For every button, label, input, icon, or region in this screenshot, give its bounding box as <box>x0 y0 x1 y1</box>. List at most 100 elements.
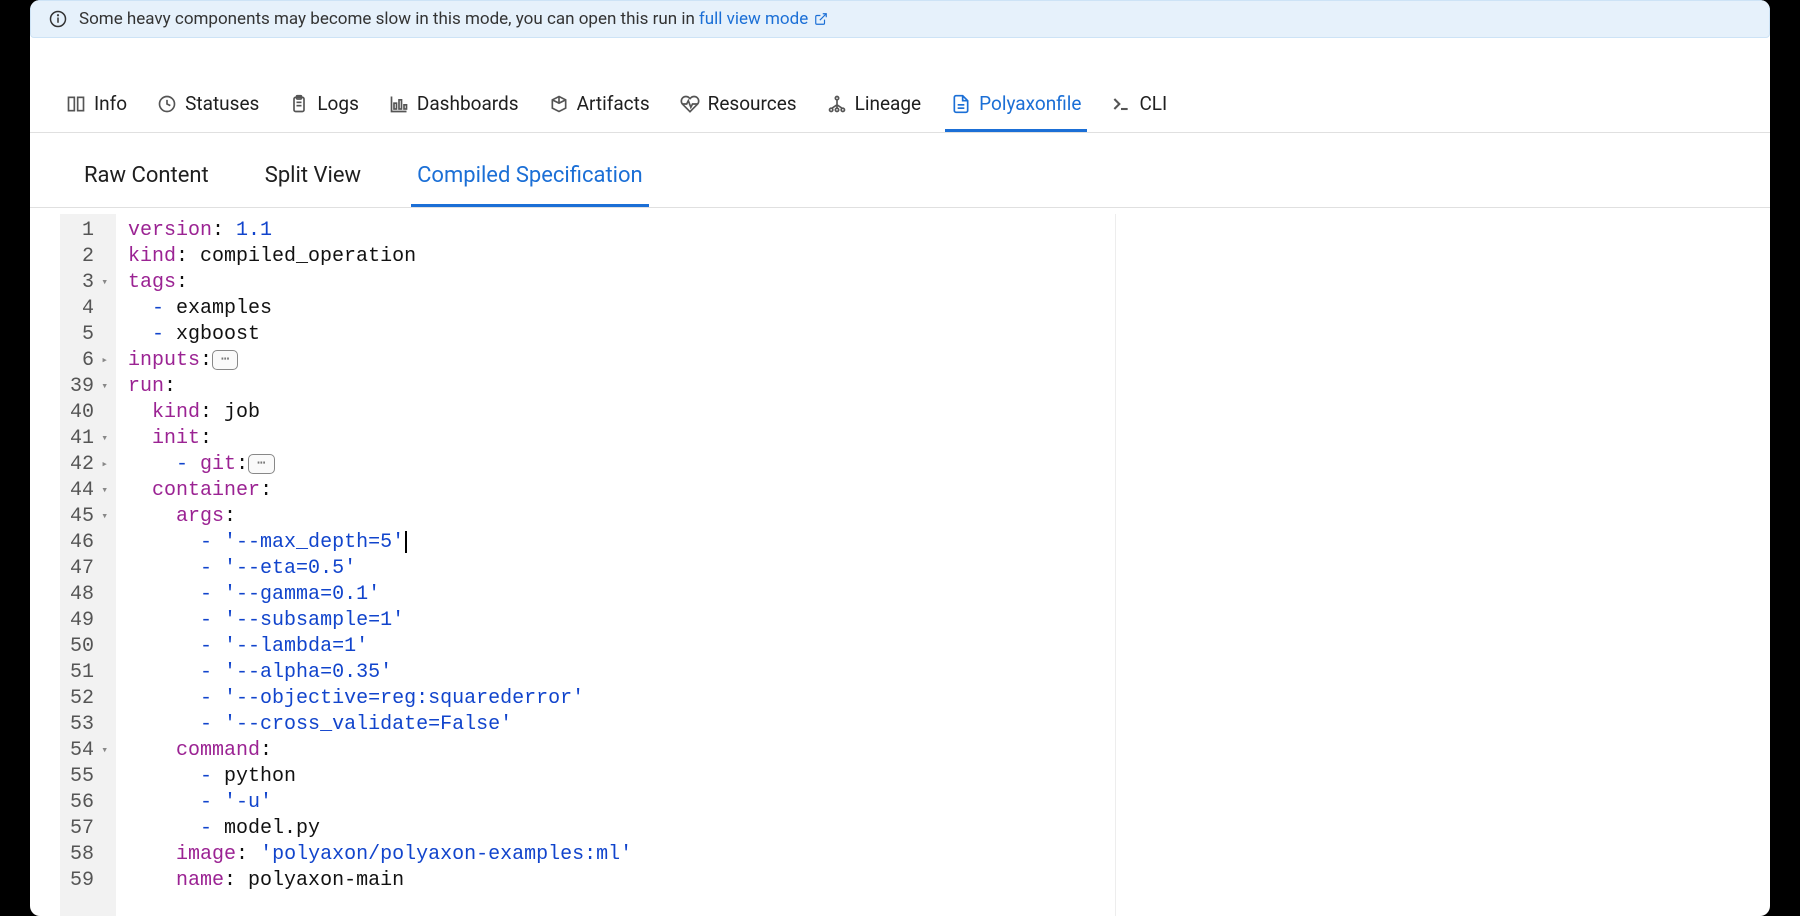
fold-toggle[interactable]: ▾ <box>98 478 108 504</box>
fold-toggle[interactable]: ▾ <box>98 504 108 530</box>
line-number: 48 <box>70 582 108 608</box>
line-number: 55 <box>70 764 108 790</box>
subtab-raw-content[interactable]: Raw Content <box>78 151 215 207</box>
code-line[interactable]: inputs:⋯ <box>128 348 1103 374</box>
secondary-tabs: Raw Content Split View Compiled Specificat… <box>30 133 1770 208</box>
code-line[interactable]: name: polyaxon-main <box>128 868 1103 894</box>
collapsed-region[interactable]: ⋯ <box>248 454 274 474</box>
line-number: 6▸ <box>70 348 108 374</box>
code-line[interactable]: - git:⋯ <box>128 452 1103 478</box>
line-number: 49 <box>70 608 108 634</box>
code-line[interactable]: - xgboost <box>128 322 1103 348</box>
line-number: 3▾ <box>70 270 108 296</box>
code-line[interactable]: kind: compiled_operation <box>128 244 1103 270</box>
info-alert: Some heavy components may become slow in… <box>30 0 1770 38</box>
code-editor[interactable]: 123▾456▸39▾4041▾42▸44▾45▾464748495051525… <box>30 208 1770 916</box>
line-number: 45▾ <box>70 504 108 530</box>
info-icon <box>49 10 67 28</box>
line-number: 5 <box>70 322 108 348</box>
code-line[interactable]: - python <box>128 764 1103 790</box>
tab-label: CLI <box>1139 92 1167 115</box>
fold-toggle[interactable]: ▾ <box>98 374 108 400</box>
collapsed-region[interactable]: ⋯ <box>212 350 238 370</box>
primary-tabs: Info Statuses Logs Dashboards Artifacts Resou… <box>30 68 1770 133</box>
tab-label: Resources <box>708 92 797 115</box>
code-line[interactable]: container: <box>128 478 1103 504</box>
file-icon <box>951 94 971 114</box>
code-line[interactable]: kind: job <box>128 400 1103 426</box>
fold-toggle[interactable]: ▾ <box>98 270 108 296</box>
code-line[interactable]: - '--eta=0.5' <box>128 556 1103 582</box>
text-cursor <box>405 531 407 553</box>
code-line[interactable]: tags: <box>128 270 1103 296</box>
line-number: 44▾ <box>70 478 108 504</box>
code-line[interactable]: version: 1.1 <box>128 218 1103 244</box>
line-number: 56 <box>70 790 108 816</box>
code-line[interactable]: args: <box>128 504 1103 530</box>
line-number: 58 <box>70 842 108 868</box>
line-number: 42▸ <box>70 452 108 478</box>
code-line[interactable]: init: <box>128 426 1103 452</box>
code-content[interactable]: version: 1.1kind: compiled_operationtags… <box>116 214 1116 916</box>
line-number: 1 <box>70 218 108 244</box>
line-number: 59 <box>70 868 108 894</box>
tab-resources[interactable]: Resources <box>674 82 803 132</box>
fold-toggle[interactable]: ▸ <box>98 348 108 374</box>
line-number: 57 <box>70 816 108 842</box>
tab-lineage[interactable]: Lineage <box>821 82 928 132</box>
tab-polyaxonfile[interactable]: Polyaxonfile <box>945 82 1087 132</box>
subtab-compiled-specification[interactable]: Compiled Specification <box>411 151 649 207</box>
line-number: 52 <box>70 686 108 712</box>
alert-text: Some heavy components may become slow in… <box>79 9 695 29</box>
tab-label: Dashboards <box>417 92 519 115</box>
code-line[interactable]: - '--alpha=0.35' <box>128 660 1103 686</box>
app-window: Some heavy components may become slow in… <box>30 0 1770 916</box>
line-number: 51 <box>70 660 108 686</box>
code-line[interactable]: - '-u' <box>128 790 1103 816</box>
tab-label: Statuses <box>185 92 259 115</box>
terminal-icon <box>1111 94 1131 114</box>
tab-artifacts[interactable]: Artifacts <box>543 82 656 132</box>
code-line[interactable]: command: <box>128 738 1103 764</box>
graph-icon <box>827 94 847 114</box>
tab-info[interactable]: Info <box>60 82 133 132</box>
tab-label: Lineage <box>855 92 922 115</box>
tab-logs[interactable]: Logs <box>283 82 365 132</box>
tab-label: Info <box>94 92 127 115</box>
line-number: 4 <box>70 296 108 322</box>
tab-dashboards[interactable]: Dashboards <box>383 82 525 132</box>
fold-toggle[interactable]: ▸ <box>98 452 108 478</box>
fold-toggle[interactable]: ▾ <box>98 738 108 764</box>
line-number: 50 <box>70 634 108 660</box>
line-number: 2 <box>70 244 108 270</box>
fold-toggle[interactable]: ▾ <box>98 426 108 452</box>
tab-cli[interactable]: CLI <box>1105 82 1173 132</box>
subtab-split-view[interactable]: Split View <box>259 151 367 207</box>
code-line[interactable]: - '--gamma=0.1' <box>128 582 1103 608</box>
code-line[interactable]: image: 'polyaxon/polyaxon-examples:ml' <box>128 842 1103 868</box>
code-line[interactable]: - '--lambda=1' <box>128 634 1103 660</box>
code-line[interactable]: - model.py <box>128 816 1103 842</box>
tab-statuses[interactable]: Statuses <box>151 82 265 132</box>
line-gutter: 123▾456▸39▾4041▾42▸44▾45▾464748495051525… <box>60 214 116 916</box>
line-number: 39▾ <box>70 374 108 400</box>
line-number: 40 <box>70 400 108 426</box>
code-line[interactable]: - examples <box>128 296 1103 322</box>
clipboard-icon <box>289 94 309 114</box>
code-line[interactable]: - '--objective=reg:squarederror' <box>128 686 1103 712</box>
tab-label: Polyaxonfile <box>979 92 1081 115</box>
code-line[interactable]: - '--subsample=1' <box>128 608 1103 634</box>
code-line[interactable]: run: <box>128 374 1103 400</box>
line-number: 47 <box>70 556 108 582</box>
chart-icon <box>389 94 409 114</box>
tab-label: Artifacts <box>577 92 650 115</box>
external-link-icon <box>814 12 828 26</box>
tab-label: Logs <box>317 92 359 115</box>
clock-icon <box>157 94 177 114</box>
code-line[interactable]: - '--cross_validate=False' <box>128 712 1103 738</box>
full-view-link[interactable]: full view mode <box>699 9 808 29</box>
panels-icon <box>66 94 86 114</box>
line-number: 54▾ <box>70 738 108 764</box>
code-line[interactable]: - '--max_depth=5' <box>128 530 1103 556</box>
package-icon <box>549 94 569 114</box>
